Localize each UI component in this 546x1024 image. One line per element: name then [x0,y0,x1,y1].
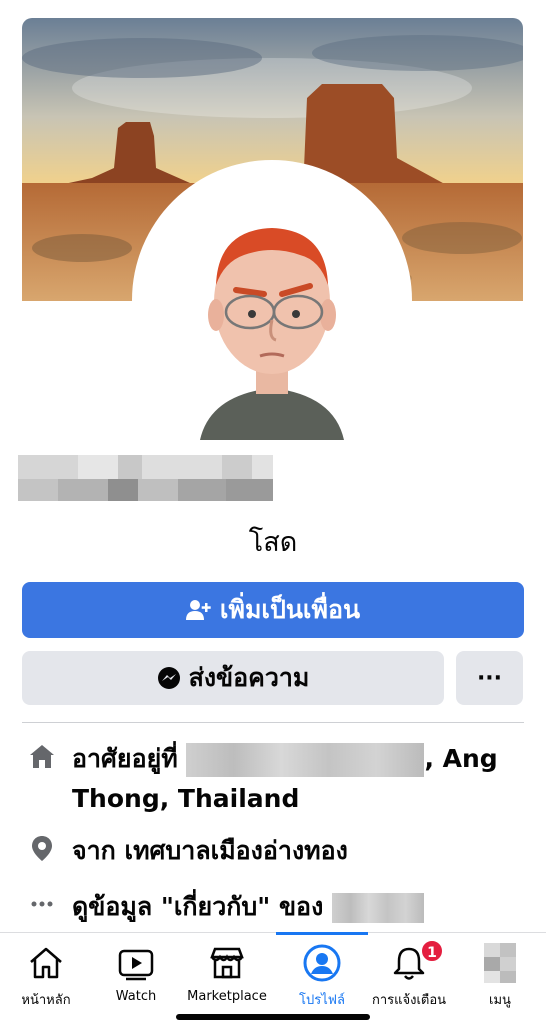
tab-watch[interactable]: Watch [90,933,182,1024]
lives-in-suffix: , Ang [424,744,498,773]
tab-profile-label: โปรไฟล์ [299,993,345,1008]
messenger-icon [157,666,181,690]
about-prefix: ดูข้อมูล "เกี่ยวกับ" ของ [72,892,324,921]
tab-home[interactable]: หน้าหลัก [0,933,92,1024]
location-pin-icon [28,834,56,862]
tab-marketplace-label: Marketplace [187,989,267,1004]
menu-avatar-icon [480,943,520,983]
home-icon [28,742,56,770]
marketplace-icon [207,943,247,983]
tab-menu-label: เมนู [489,993,511,1008]
from-text: จาก เทศบาลเมืองอ่างทอง [72,836,348,865]
message-button[interactable]: ส่งข้อความ [22,651,444,705]
tab-home-label: หน้าหลัก [21,993,71,1008]
info-lives-in: อาศัยอยู่ที่ , Ang Thong, Thailand [22,738,524,822]
divider [22,722,524,723]
tab-notifications-label: การแจ้งเตือน [371,993,447,1008]
profile-avatar[interactable] [160,190,384,440]
info-from: จาก เทศบาลเมืองอ่างทอง [22,830,524,874]
relationship-status: โสด [248,527,298,558]
profile-icon [302,943,342,983]
tab-watch-label: Watch [115,989,157,1004]
add-person-icon [185,599,212,621]
add-friend-button[interactable]: เพิ่มเป็นเพื่อน [22,582,524,638]
more-options-button[interactable]: ··· [456,651,523,705]
profile-name-redacted [18,455,273,505]
lives-in-prefix: อาศัยอยู่ที่ [72,744,178,773]
more-label: ··· [476,665,503,691]
tab-marketplace[interactable]: Marketplace [180,933,274,1024]
notification-badge: 1 [420,939,444,963]
info-about-link[interactable]: ดูข้อมูล "เกี่ยวกับ" ของ [22,886,524,930]
lives-in-line2: Thong, Thailand [72,784,300,813]
home-icon [26,943,66,983]
bottom-tab-bar: หน้าหลัก Watch Marketplace โปรไฟล์ 1 การ… [0,932,546,1024]
tab-menu[interactable]: เมนู [454,933,546,1024]
about-name-redacted [332,893,425,923]
more-dots-icon [28,890,56,918]
lives-in-redacted [186,743,425,777]
add-friend-label: เพิ่มเป็นเพื่อน [219,595,361,624]
tab-profile[interactable]: โปรไฟล์ [276,932,368,1024]
message-label: ส่งข้อความ [188,663,310,692]
watch-icon [116,943,156,983]
home-indicator [176,1014,370,1020]
tab-notifications[interactable]: 1 การแจ้งเตือน [366,933,452,1024]
